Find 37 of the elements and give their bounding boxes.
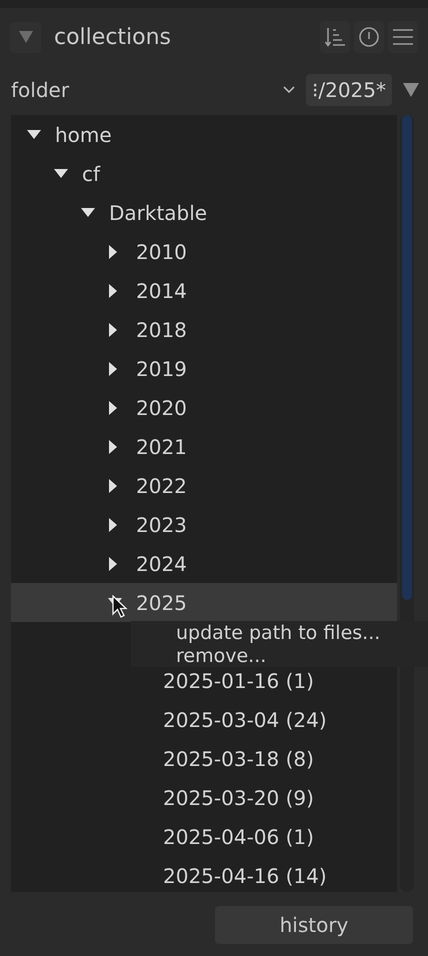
module-title: collections [54,24,172,50]
info-icon [358,26,380,48]
tree-row[interactable]: 2025-03-20 (9) [11,778,397,817]
info-button[interactable] [354,21,384,53]
tree-row[interactable]: 2023 [11,505,397,544]
tree-row[interactable]: 2010 [11,232,397,271]
tree-row[interactable]: 2025-03-18 (8) [11,739,397,778]
menu-item[interactable]: remove... [131,644,428,667]
tree-row[interactable]: 2019 [11,349,397,388]
scrollbar[interactable] [400,115,414,892]
property-dropdown[interactable]: folder [11,78,306,102]
tree-row[interactable]: 2025-04-16 (14) [11,856,397,892]
tree-row[interactable]: 2021 [11,427,397,466]
tree-row[interactable]: Darktable [11,193,397,232]
menu-button[interactable] [388,21,418,53]
tree-row[interactable]: 2018 [11,310,397,349]
menu-icon [392,26,414,48]
tree-row[interactable]: 2025 [11,583,397,622]
scrollbar-thumb[interactable] [402,115,412,600]
collapse-icon [18,30,34,44]
history-button[interactable]: history [215,906,413,944]
tree-row[interactable]: 2025-03-04 (24) [11,700,397,739]
tree-row[interactable]: 2024 [11,544,397,583]
rule-field[interactable]: ⁝/2025* [306,74,392,106]
cursor-icon [112,595,128,619]
tree-row[interactable]: 2022 [11,466,397,505]
sort-button[interactable] [320,21,350,53]
collapse-button[interactable] [10,22,41,52]
chevron-icon [282,85,296,95]
tree-row[interactable]: 2014 [11,271,397,310]
sort-icon [324,26,346,48]
tree-row[interactable]: 2025-04-06 (1) [11,817,397,856]
dropdown-icon[interactable] [402,82,420,98]
tree-row[interactable]: home [11,115,397,154]
tree-row[interactable]: cf [11,154,397,193]
menu-item[interactable]: update path to files... [131,621,428,644]
tree-row[interactable]: 2020 [11,388,397,427]
